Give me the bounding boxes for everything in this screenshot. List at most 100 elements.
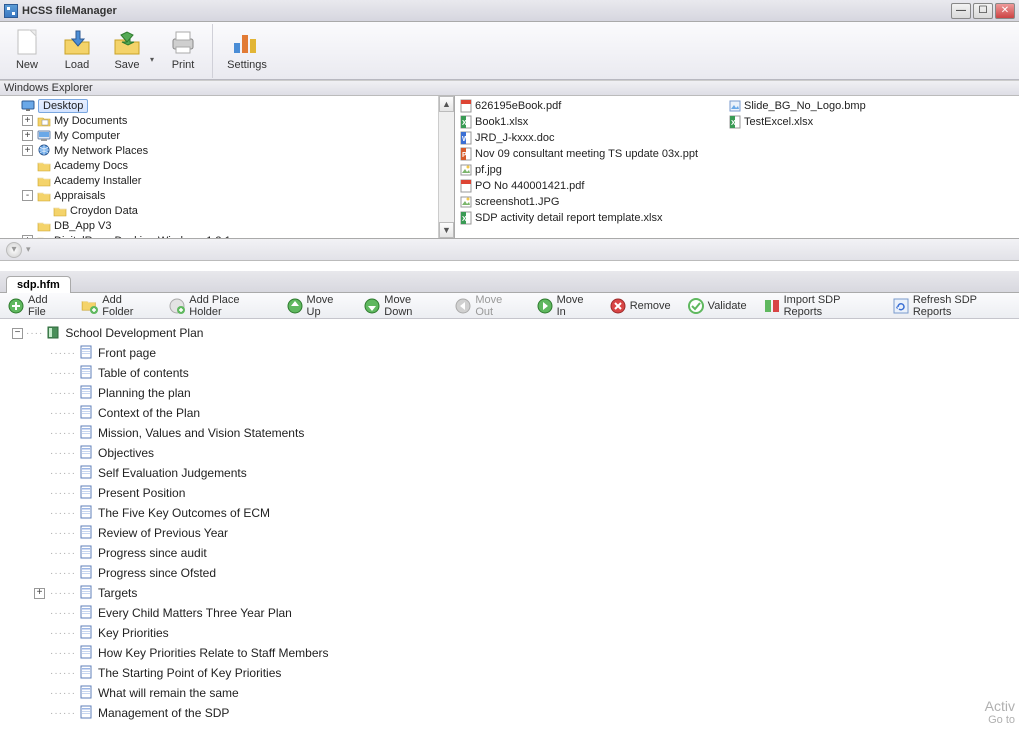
tree-item[interactable]: +My Documents — [2, 113, 452, 128]
sdp-item[interactable]: ······Every Child Matters Three Year Pla… — [4, 603, 1015, 623]
page-icon — [79, 425, 95, 441]
sdp-item[interactable]: ······Progress since audit — [4, 543, 1015, 563]
folder-tree-pane: Desktop+My Documents+My Computer+My Netw… — [0, 96, 455, 238]
tree-item[interactable]: DB_App V3 — [2, 218, 452, 233]
sdp-item[interactable]: +······Targets — [4, 583, 1015, 603]
drop-circle-icon[interactable]: ▾ — [6, 242, 22, 258]
file-item[interactable]: SDP activity detail report template.xlsx — [459, 210, 698, 226]
sdp-item[interactable]: ······Key Priorities — [4, 623, 1015, 643]
sdp-item[interactable]: ······Review of Previous Year — [4, 523, 1015, 543]
sdp-item-label: Review of Previous Year — [98, 526, 228, 540]
tab-strip: sdp.hfm — [0, 271, 1019, 293]
sdp-root[interactable]: − ···· School Development Plan — [4, 323, 1015, 343]
file-item[interactable]: Book1.xlsx — [459, 114, 698, 130]
sdp-item[interactable]: ······The Five Key Outcomes of ECM — [4, 503, 1015, 523]
sdp-item[interactable]: ······Planning the plan — [4, 383, 1015, 403]
sdp-item[interactable]: ······Self Evaluation Judgements — [4, 463, 1015, 483]
add-folder-button[interactable]: Add Folder — [78, 292, 155, 320]
sdp-item[interactable]: ······Progress since Ofsted — [4, 563, 1015, 583]
explorer-panel-label: Windows Explorer — [0, 80, 1019, 96]
tree-item-label: Academy Installer — [54, 175, 141, 187]
move-down-button[interactable]: Move Down — [360, 292, 441, 320]
sdp-item[interactable]: ······What will remain the same — [4, 683, 1015, 703]
file-item[interactable]: Nov 09 consultant meeting TS update 03x.… — [459, 146, 698, 162]
tab-sdp-hfm[interactable]: sdp.hfm — [6, 276, 71, 293]
sdp-item[interactable]: ······Mission, Values and Vision Stateme… — [4, 423, 1015, 443]
close-button[interactable]: ✕ — [995, 3, 1015, 19]
page-icon — [79, 705, 95, 721]
file-item[interactable]: Slide_BG_No_Logo.bmp — [728, 98, 866, 114]
scroll-track[interactable] — [439, 112, 454, 222]
settings-button[interactable]: Settings — [223, 24, 271, 71]
refresh-sdp-button[interactable]: Refresh SDP Reports — [889, 292, 1015, 320]
sdp-item[interactable]: ······Present Position — [4, 483, 1015, 503]
file-item[interactable]: screenshot1.JPG — [459, 194, 698, 210]
remove-button[interactable]: Remove — [606, 295, 674, 317]
tree-item[interactable]: Croydon Data — [2, 203, 452, 218]
tree-item[interactable]: +My Network Places — [2, 143, 452, 158]
move-out-button: Move Out — [451, 292, 522, 320]
save-button[interactable]: Save — [106, 24, 148, 71]
tree-item[interactable]: Academy Installer — [2, 173, 452, 188]
expand-icon[interactable]: + — [22, 145, 33, 156]
file-item[interactable]: pf.jpg — [459, 162, 698, 178]
tree-item-label: Appraisals — [54, 190, 105, 202]
folder-icon — [37, 159, 52, 173]
sdp-item[interactable]: ······Front page — [4, 343, 1015, 363]
tree-item-label: Academy Docs — [54, 160, 128, 172]
folder-icon — [37, 219, 52, 233]
move-in-button[interactable]: Move In — [533, 292, 596, 320]
add-placeholder-button[interactable]: Add Place Holder — [165, 292, 272, 320]
desktop-icon — [21, 99, 36, 113]
file-item-label: screenshot1.JPG — [475, 196, 559, 208]
sdp-item[interactable]: ······Objectives — [4, 443, 1015, 463]
sdp-item-label: How Key Priorities Relate to Staff Membe… — [98, 646, 329, 660]
add-file-button[interactable]: Add File — [4, 292, 68, 320]
save-icon — [111, 26, 143, 58]
tree-item[interactable]: + DigitalRune-Docking-Windows-1.3.1 — [2, 233, 452, 238]
move-up-button[interactable]: Move Up — [283, 292, 351, 320]
window-title: HCSS fileManager — [22, 5, 951, 17]
file-item[interactable]: TestExcel.xlsx — [728, 114, 866, 130]
collapse-icon[interactable]: - — [22, 190, 33, 201]
maximize-button[interactable]: ☐ — [973, 3, 993, 19]
refresh-sdp-icon — [892, 297, 910, 315]
file-item[interactable]: PO No 440001421.pdf — [459, 178, 698, 194]
file-item-label: SDP activity detail report template.xlsx — [475, 212, 662, 224]
tree-scrollbar[interactable]: ▲ ▼ — [438, 96, 454, 238]
folder-docs-icon — [37, 114, 52, 128]
expand-icon[interactable]: + — [22, 115, 33, 126]
tree-item[interactable]: - Appraisals — [2, 188, 452, 203]
validate-button[interactable]: Validate — [684, 295, 750, 317]
new-button[interactable]: New — [6, 24, 48, 71]
ribbon-toolbar: New Load Save ▾ Print Settings — [0, 22, 1019, 80]
tree-item[interactable]: Academy Docs — [2, 158, 452, 173]
drop-caret-icon[interactable]: ▾ — [26, 244, 31, 255]
expand-icon[interactable]: + — [22, 235, 33, 238]
sdp-item-label: Mission, Values and Vision Statements — [98, 426, 304, 440]
scroll-down-icon[interactable]: ▼ — [439, 222, 454, 238]
page-icon — [79, 685, 95, 701]
sdp-item[interactable]: ······How Key Priorities Relate to Staff… — [4, 643, 1015, 663]
print-icon — [167, 26, 199, 58]
collapse-icon[interactable]: − — [12, 328, 23, 339]
expand-icon[interactable]: + — [22, 130, 33, 141]
load-button[interactable]: Load — [56, 24, 98, 71]
minimize-button[interactable]: — — [951, 3, 971, 19]
tree-item-label: DigitalRune-Docking-Windows-1.3.1 — [54, 235, 231, 239]
file-item[interactable]: 626195eBook.pdf — [459, 98, 698, 114]
sdp-item[interactable]: ······Context of the Plan — [4, 403, 1015, 423]
tree-item[interactable]: Desktop — [2, 98, 452, 113]
sdp-item[interactable]: ······Table of contents — [4, 363, 1015, 383]
import-sdp-button[interactable]: Import SDP Reports — [760, 292, 879, 320]
sdp-item[interactable]: ······The Starting Point of Key Prioriti… — [4, 663, 1015, 683]
print-button[interactable]: Print — [162, 24, 204, 71]
titlebar: HCSS fileManager — ☐ ✕ — [0, 0, 1019, 22]
save-dropdown-icon[interactable]: ▾ — [150, 55, 154, 64]
file-item[interactable]: JRD_J-kxxx.doc — [459, 130, 698, 146]
scroll-up-icon[interactable]: ▲ — [439, 96, 454, 112]
tree-item[interactable]: +My Computer — [2, 128, 452, 143]
expand-icon[interactable]: + — [34, 588, 45, 599]
sdp-item[interactable]: ······Management of the SDP — [4, 703, 1015, 723]
sdp-item-label: Context of the Plan — [98, 406, 200, 420]
